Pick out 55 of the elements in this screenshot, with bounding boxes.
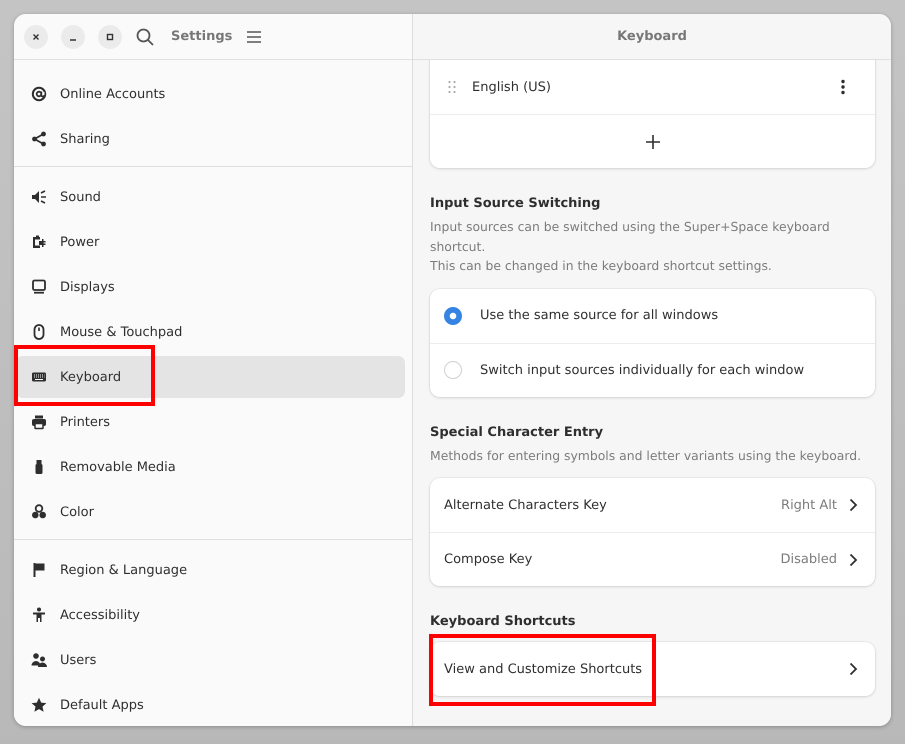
- share-icon: [31, 131, 47, 147]
- settings-row[interactable]: Compose Key Disabled: [430, 532, 875, 586]
- radio-button[interactable]: [444, 361, 462, 379]
- more-button[interactable]: [841, 79, 845, 95]
- sidebar-item[interactable]: Region & Language: [16, 549, 405, 591]
- at-icon: [31, 86, 47, 102]
- sidebar-item[interactable]: Accessibility: [16, 594, 405, 636]
- sidebar-item[interactable]: Online Accounts: [16, 73, 405, 115]
- minimize-button[interactable]: [61, 24, 85, 48]
- sidebar-item[interactable]: Users: [16, 639, 405, 681]
- row-label: Alternate Characters Key: [444, 498, 607, 512]
- mouse-icon: [31, 324, 47, 340]
- radio-button[interactable]: [444, 306, 462, 324]
- menu-button[interactable]: [246, 30, 262, 44]
- radio-option[interactable]: Use the same source for all windows: [430, 288, 875, 342]
- sidebar-item[interactable]: Power: [16, 221, 405, 263]
- sidebar-item[interactable]: Sharing: [16, 118, 405, 160]
- sidebar-item[interactable]: Displays: [16, 266, 405, 308]
- section-description: Methods for entering symbols and letter variants using the keyboard.: [430, 446, 862, 465]
- sidebar-item[interactable]: Mouse & Touchpad: [16, 311, 405, 353]
- sidebar-item[interactable]: Printers: [16, 401, 405, 443]
- person-icon: [31, 607, 47, 623]
- row-value: Right Alt: [781, 498, 837, 512]
- close-button[interactable]: [24, 24, 48, 48]
- sidebar-item[interactable]: Default Apps: [16, 684, 405, 726]
- row-value: Disabled: [780, 552, 837, 567]
- minimize-icon: [70, 38, 76, 40]
- flag-icon: [31, 562, 47, 578]
- monitor-icon: [31, 279, 47, 295]
- section-heading: Special Character Entry: [430, 424, 604, 440]
- plus-icon: [644, 134, 660, 150]
- settings-row[interactable]: Alternate Characters Key Right Alt: [430, 478, 875, 532]
- printer-icon: [31, 414, 47, 430]
- speaker-icon: [31, 189, 47, 205]
- section-heading: Keyboard Shortcuts: [430, 614, 576, 629]
- settings-row[interactable]: View and Customize Shortcuts: [430, 642, 875, 696]
- sidebar-item[interactable]: Removable Media: [16, 446, 405, 488]
- sidebar-item[interactable]: Color: [16, 491, 405, 533]
- row-label: View and Customize Shortcuts: [444, 662, 642, 676]
- window-title: Settings: [171, 29, 232, 44]
- input-source-label: English (US): [472, 80, 551, 94]
- maximize-button[interactable]: [98, 24, 122, 48]
- star-icon: [31, 697, 47, 713]
- people-icon: [31, 652, 47, 668]
- color-circles-icon: [31, 504, 47, 520]
- sidebar-item[interactable]: Sound: [16, 176, 405, 218]
- section-heading: Input Source Switching: [430, 196, 602, 211]
- section-description: This can be changed in the keyboard shortcut settings.: [430, 257, 773, 275]
- sidebar-item[interactable]: Keyboard: [16, 356, 405, 398]
- battery-plug-icon: [31, 234, 47, 250]
- pane-title: Keyboard: [617, 29, 687, 44]
- search-button[interactable]: [136, 28, 154, 46]
- radio-option[interactable]: Switch input sources individually for each window: [430, 342, 875, 396]
- row-label: Compose Key: [444, 552, 532, 567]
- section-description: Input sources can be switched using the Super+Space keyboard shortcut.: [430, 218, 831, 256]
